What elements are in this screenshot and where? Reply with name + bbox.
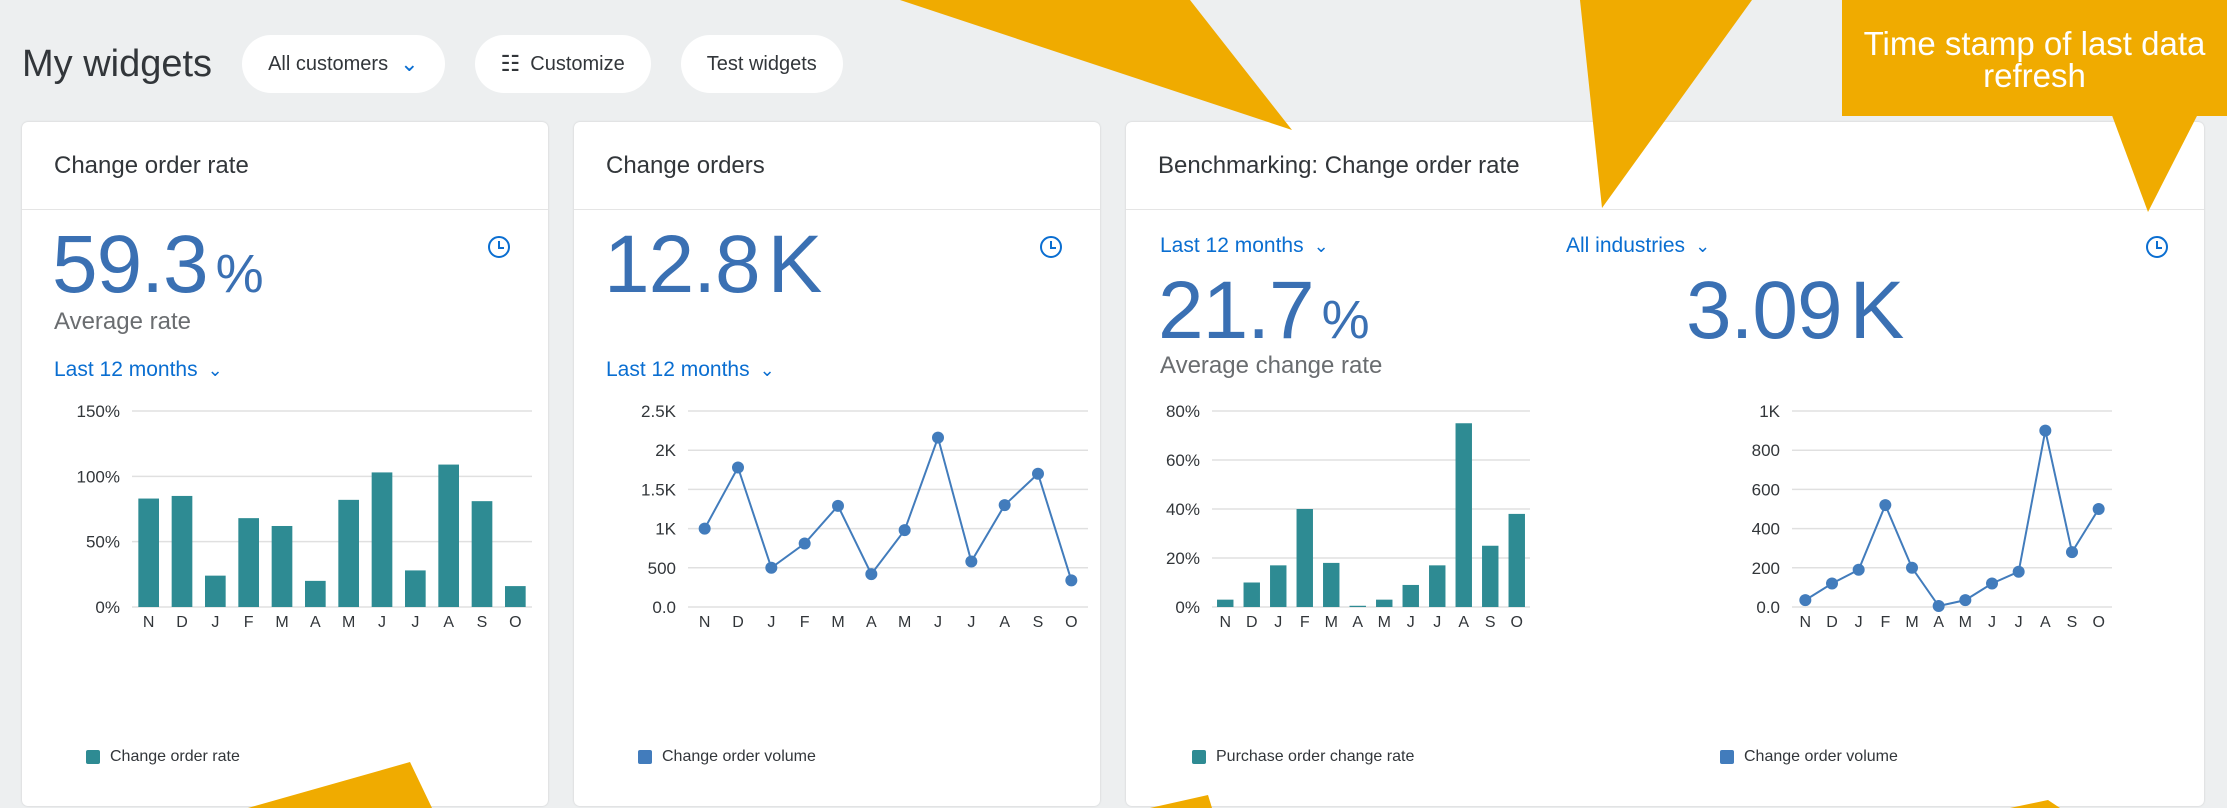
callout-text: Time stamp of last data refresh (1863, 25, 2206, 94)
callout-overlay (248, 0, 2200, 808)
refresh-timestamp-callout: Time stamp of last data refresh (1842, 0, 2227, 116)
callout-arrow-middle (1580, 0, 1752, 208)
callout-arrow-bottom-right (2010, 800, 2060, 808)
callout-arrow-refresh (2110, 110, 2200, 212)
callout-arrow-bottom-mid (1150, 795, 1212, 808)
callout-arrow-left (900, 0, 1292, 130)
callout-arrow-bottom-left (248, 762, 432, 808)
